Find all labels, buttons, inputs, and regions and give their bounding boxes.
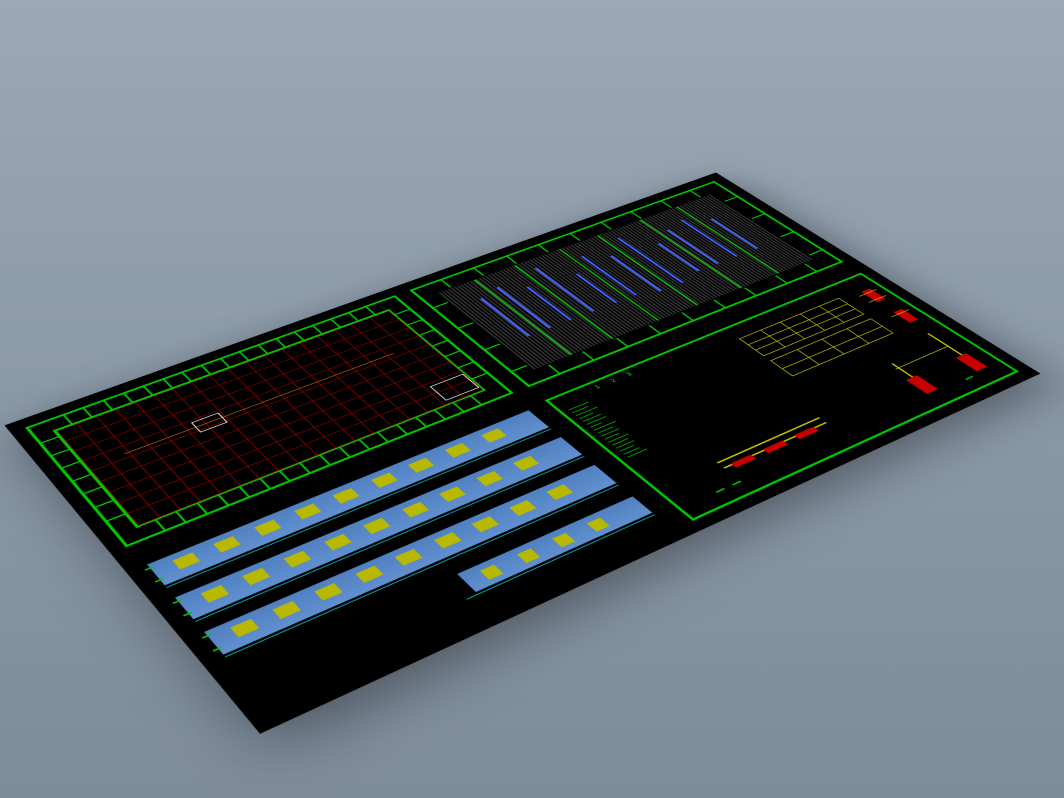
elevation-west: [457, 496, 652, 592]
section-detail-2: [763, 440, 788, 453]
3d-viewport[interactable]: 1 2 3 ━━━━━━━━━━ ━━━━━━━━ ━━━━━━━━━━━ ━━…: [0, 0, 1064, 798]
section-detail-1: [731, 455, 756, 468]
cad-drawing-sheet[interactable]: 1 2 3 ━━━━━━━━━━ ━━━━━━━━ ━━━━━━━━━━━ ━━…: [5, 172, 1041, 733]
section-detail-3: [794, 427, 819, 440]
roof-beams: [439, 194, 712, 293]
roof-purlins: [439, 194, 712, 293]
